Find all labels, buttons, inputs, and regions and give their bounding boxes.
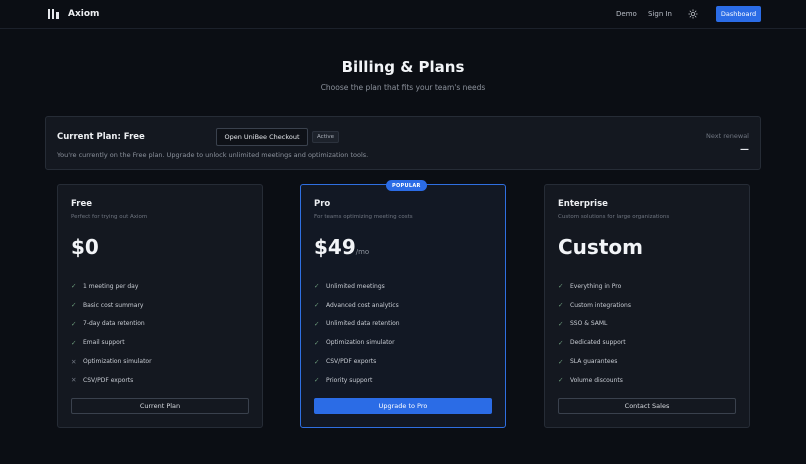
plan-card-free: Free Perfect for trying out Axiom $0 ✓ 1 … <box>57 184 263 428</box>
feature-label: 1 meeting per day <box>83 282 139 290</box>
brand-logo[interactable]: Axiom <box>48 9 99 19</box>
contact-sales-button[interactable]: Contact Sales <box>558 398 736 414</box>
open-checkout-button[interactable]: Open UniBee Checkout <box>216 128 308 146</box>
check-icon: ✓ <box>71 319 77 328</box>
check-icon: ✓ <box>71 282 77 291</box>
nav-demo-link[interactable]: Demo <box>616 10 637 18</box>
check-icon: ✓ <box>558 338 564 347</box>
feature-label: Custom integrations <box>570 301 631 309</box>
feature-list: ✓ 1 meeting per day ✓ Basic cost summary ✓ 7-… <box>71 277 152 390</box>
plan-card-enterprise: Enterprise Custom solutions for large or… <box>544 184 750 428</box>
check-icon: ✓ <box>314 357 320 366</box>
feature-item: ✓ Optimization simulator <box>314 333 400 352</box>
check-icon: ✓ <box>314 376 320 385</box>
x-icon: ✕ <box>71 376 77 385</box>
check-icon: ✓ <box>314 301 320 310</box>
check-icon: ✓ <box>71 338 77 347</box>
feature-label: Unlimited data retention <box>326 320 400 328</box>
check-icon: ✓ <box>558 282 564 291</box>
plan-name: Pro <box>314 199 331 209</box>
feature-item: ✓ Unlimited data retention <box>314 315 400 334</box>
feature-item: ✓ 1 meeting per day <box>71 277 152 296</box>
feature-label: 7-day data retention <box>83 320 145 328</box>
plan-name: Enterprise <box>558 199 608 209</box>
feature-label: Advanced cost analytics <box>326 301 399 309</box>
plan-price: $49/mo <box>314 235 370 259</box>
feature-label: Volume discounts <box>570 376 623 384</box>
popular-badge: POPULAR <box>386 180 427 191</box>
upgrade-to-pro-button[interactable]: Upgrade to Pro <box>314 398 492 414</box>
next-renewal-value: — <box>740 145 749 155</box>
feature-item: ✓ Volume discounts <box>558 371 631 390</box>
check-icon: ✓ <box>558 319 564 328</box>
page-title: Billing & Plans <box>341 58 465 76</box>
feature-item: ✓ Unlimited meetings <box>314 277 400 296</box>
top-nav: Axiom Demo Sign In Dashboard <box>0 0 806 29</box>
x-icon: ✕ <box>71 357 77 366</box>
check-icon: ✓ <box>558 301 564 310</box>
feature-item: ✓ Priority support <box>314 371 400 390</box>
current-plan-button[interactable]: Current Plan <box>71 398 249 414</box>
check-icon: ✓ <box>558 376 564 385</box>
feature-item: ✓ Dedicated support <box>558 333 631 352</box>
check-icon: ✓ <box>558 357 564 366</box>
check-icon: ✓ <box>314 319 320 328</box>
feature-label: CSV/PDF exports <box>326 358 377 366</box>
feature-item: ✓ Email support <box>71 333 152 352</box>
feature-item: ✕ CSV/PDF exports <box>71 371 152 390</box>
feature-label: Everything in Pro <box>570 282 622 290</box>
check-icon: ✓ <box>314 338 320 347</box>
feature-item: ✓ Advanced cost analytics <box>314 296 400 315</box>
feature-label: Dedicated support <box>570 339 626 347</box>
page-subtitle: Choose the plan that fits your team's ne… <box>320 83 486 92</box>
feature-label: Unlimited meetings <box>326 282 385 290</box>
status-badge: Active <box>312 131 340 143</box>
sun-icon[interactable] <box>688 9 698 19</box>
brand-name: Axiom <box>68 9 100 19</box>
check-icon: ✓ <box>314 282 320 291</box>
feature-label: SLA guarantees <box>570 358 618 366</box>
plan-tagline: Perfect for trying out Axiom <box>71 214 148 220</box>
feature-list: ✓ Unlimited meetings ✓ Advanced cost analyt… <box>314 277 400 390</box>
current-plan-description: You're currently on the Free plan. Upgra… <box>57 151 369 159</box>
feature-label: SSO & SAML <box>570 320 608 328</box>
plan-name: Free <box>71 199 92 209</box>
check-icon: ✓ <box>71 301 77 310</box>
feature-list: ✓ Everything in Pro ✓ Custom integrations ✓ S… <box>558 277 631 390</box>
feature-item: ✓ Custom integrations <box>558 296 631 315</box>
plan-tagline: Custom solutions for large organizations <box>558 214 670 220</box>
dashboard-button[interactable]: Dashboard <box>716 6 761 22</box>
feature-item: ✓ SSO & SAML <box>558 315 631 334</box>
current-plan-panel: Current Plan: Free Open UniBee Checkout … <box>45 116 761 170</box>
feature-label: Basic cost summary <box>83 301 144 309</box>
feature-label: Optimization simulator <box>83 358 152 366</box>
next-renewal-label: Next renewal <box>706 132 749 140</box>
plan-price: $0 <box>71 235 99 259</box>
plan-tagline: For teams optimizing meeting costs <box>314 214 413 220</box>
feature-item: ✓ 7-day data retention <box>71 315 152 334</box>
current-plan-title: Current Plan: Free <box>57 132 145 142</box>
feature-item: ✓ Basic cost summary <box>71 296 152 315</box>
feature-label: Email support <box>83 339 125 347</box>
feature-label: Priority support <box>326 376 373 384</box>
logo-icon <box>48 9 59 19</box>
feature-item: ✓ CSV/PDF exports <box>314 352 400 371</box>
feature-label: CSV/PDF exports <box>83 376 134 384</box>
plan-card-pro: POPULAR Pro For teams optimizing meeting… <box>300 180 506 428</box>
plan-price: Custom <box>558 235 643 259</box>
feature-item: ✓ Everything in Pro <box>558 277 631 296</box>
feature-item: ✓ SLA guarantees <box>558 352 631 371</box>
feature-label: Optimization simulator <box>326 339 395 347</box>
nav-sign-in-link[interactable]: Sign In <box>648 10 672 18</box>
feature-item: ✕ Optimization simulator <box>71 352 152 371</box>
